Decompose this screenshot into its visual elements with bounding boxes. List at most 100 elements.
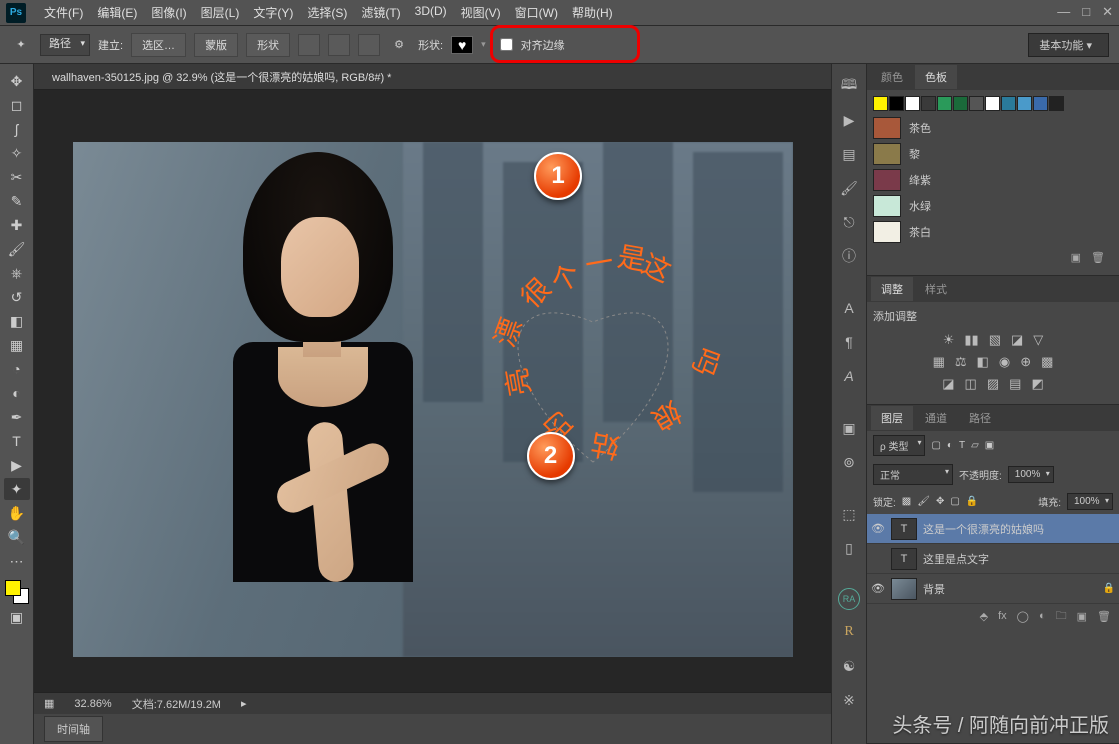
workspace-select[interactable]: 基本功能 ▾ [1028, 33, 1109, 57]
zoom-value[interactable]: 32.86% [74, 698, 111, 710]
posterize-icon[interactable]: ◫ [965, 376, 977, 392]
menu-file[interactable]: 文件(F) [38, 1, 89, 24]
fg-color-swatch[interactable] [5, 580, 21, 596]
minimize-icon[interactable]: — [1057, 4, 1070, 20]
fx-icon[interactable]: fx [998, 610, 1007, 622]
maximize-icon[interactable]: □ [1082, 4, 1090, 20]
magic-wand-tool[interactable]: ✧ [4, 142, 30, 164]
path-op-icon[interactable] [298, 34, 320, 56]
make-mask-button[interactable]: 蒙版 [194, 33, 238, 57]
filter-smart-icon[interactable]: ▣ [985, 440, 994, 451]
stamp-tool[interactable]: ⎈ [4, 262, 30, 284]
mask-icon[interactable]: ◯ [1017, 610, 1029, 623]
invert-icon[interactable]: ◪ [942, 376, 954, 392]
tab-channels[interactable]: 通道 [915, 406, 957, 430]
menu-image[interactable]: 图像(I) [145, 1, 192, 24]
menu-help[interactable]: 帮助(H) [566, 1, 619, 24]
actions-panel-icon[interactable]: ▶ [837, 108, 861, 132]
swatch[interactable] [1017, 96, 1032, 111]
lock-paint-icon[interactable]: 🖌 [917, 496, 930, 507]
dodge-tool[interactable]: ◐ [4, 382, 30, 404]
swatch[interactable] [873, 96, 888, 111]
layer-thumb[interactable]: T [891, 518, 917, 540]
history-brush-tool[interactable]: ↺ [4, 286, 30, 308]
path-arrange-icon[interactable] [358, 34, 380, 56]
path-align-icon[interactable] [328, 34, 350, 56]
opacity-input[interactable]: 100% [1008, 466, 1054, 483]
menu-window[interactable]: 窗口(W) [509, 1, 564, 24]
photo-filter-icon[interactable]: ◉ [999, 354, 1010, 370]
move-tool[interactable]: ✥ [4, 70, 30, 92]
tool-preset-icon[interactable]: ✦ [10, 34, 32, 56]
tab-swatches[interactable]: 色板 [915, 65, 957, 89]
tab-color[interactable]: 颜色 [871, 65, 913, 89]
hue-icon[interactable]: ▦ [933, 354, 945, 370]
brightness-icon[interactable]: ☀ [943, 332, 955, 348]
swatch[interactable] [985, 96, 1000, 111]
brush-tool[interactable]: 🖌 [4, 238, 30, 260]
yin-yang-icon[interactable]: ☯ [837, 654, 861, 678]
character-panel-icon[interactable]: A [837, 296, 861, 320]
layer-row[interactable]: T这里是点文字 [867, 544, 1119, 574]
filter-shape-icon[interactable]: ▱ [971, 440, 979, 451]
eyedropper-tool[interactable]: ✎ [4, 190, 30, 212]
gradient-tool[interactable]: ▦ [4, 334, 30, 356]
delete-layer-icon[interactable]: 🗑 [1097, 610, 1111, 623]
pen-tool[interactable]: ✒ [4, 406, 30, 428]
make-selection-button[interactable]: 选区… [131, 33, 186, 57]
filter-image-icon[interactable]: ▢ [931, 440, 940, 451]
visibility-icon[interactable]: 👁 [871, 582, 885, 595]
layer-thumb[interactable]: T [891, 548, 917, 570]
custom-shape-tool[interactable]: ✦ [4, 478, 30, 500]
make-shape-button[interactable]: 形状 [246, 33, 290, 57]
doc-info[interactable]: 文档:7.62M/19.2M [132, 696, 221, 712]
timeline-button[interactable]: 时间轴 [44, 716, 103, 742]
doc-info-chevron-icon[interactable]: ▸ [241, 697, 247, 710]
settings-icon[interactable]: ⚙ [388, 34, 410, 56]
filter-type-icon[interactable]: T [959, 440, 965, 451]
vibrance-icon[interactable]: ▽ [1033, 332, 1043, 348]
fire-icon[interactable]: ※ [837, 688, 861, 712]
tab-paths[interactable]: 路径 [959, 406, 1001, 430]
lock-position-icon[interactable]: ✥ [936, 496, 944, 507]
swatch[interactable] [969, 96, 984, 111]
info-panel-icon[interactable]: ⓘ [837, 244, 861, 268]
new-layer-icon[interactable]: ▣ [1077, 610, 1087, 623]
layer-row[interactable]: 👁T这是一个很漂亮的姑娘吗 [867, 514, 1119, 544]
menu-select[interactable]: 选择(S) [301, 1, 353, 24]
link-layers-icon[interactable]: ⬘ [980, 610, 988, 623]
r-pro-icon[interactable]: R [837, 620, 861, 644]
paragraph-panel-icon[interactable]: ¶ [837, 330, 861, 354]
healing-tool[interactable]: ✚ [4, 214, 30, 236]
selective-icon[interactable]: ◩ [1031, 376, 1043, 392]
layer-thumb[interactable] [891, 578, 917, 600]
swatch[interactable] [1049, 96, 1064, 111]
blur-tool[interactable]: ◔ [4, 358, 30, 380]
color-swatches[interactable] [5, 580, 29, 604]
lock-all-icon[interactable]: 🔒 [966, 496, 978, 507]
hand-tool[interactable]: ✋ [4, 502, 30, 524]
glyphs-panel-icon[interactable]: A [837, 364, 861, 388]
navigator-panel-icon[interactable]: ▣ [837, 416, 861, 440]
curves-icon[interactable]: ▧ [989, 332, 1001, 348]
path-select-tool[interactable]: ▶ [4, 454, 30, 476]
menu-layer[interactable]: 图层(L) [195, 1, 246, 24]
mixer-icon[interactable]: ⊕ [1020, 354, 1031, 370]
ra-badge-icon[interactable]: RA [838, 588, 860, 610]
blend-mode-select[interactable]: 正常 [873, 464, 953, 485]
swatch[interactable] [953, 96, 968, 111]
menu-filter[interactable]: 滤镜(T) [355, 1, 406, 24]
edit-toolbar[interactable]: ⋯ [4, 550, 30, 572]
document-tab[interactable]: wallhaven-350125.jpg @ 32.9% (这是一个很漂亮的姑娘… [44, 65, 399, 89]
fill-input[interactable]: 100% [1067, 493, 1113, 510]
status-grid-icon[interactable]: ▦ [44, 697, 54, 710]
swatch[interactable] [889, 96, 904, 111]
levels-icon[interactable]: ▮▮ [964, 332, 978, 348]
group-icon[interactable]: 🗀 [1056, 607, 1067, 626]
history-panel-icon[interactable]: 🕮 [837, 74, 861, 98]
delete-swatch-icon[interactable]: 🗑 [1091, 251, 1105, 264]
swatch[interactable] [1033, 96, 1048, 111]
canvas-viewport[interactable]: 这 是 一 个 很 漂 亮 的 姑 娘 吗 2 [54, 104, 811, 694]
adjustment-layer-icon[interactable]: ◐ [1039, 610, 1046, 622]
eraser-tool[interactable]: ◧ [4, 310, 30, 332]
